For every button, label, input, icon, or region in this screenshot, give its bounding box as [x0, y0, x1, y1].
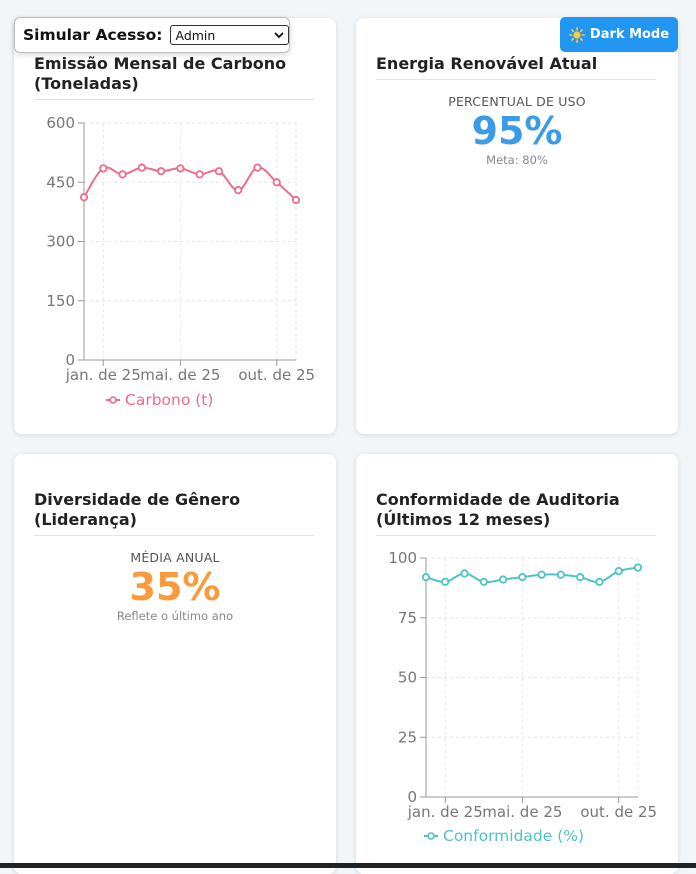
legend-label: Conformidade (%) — [443, 827, 584, 845]
data-point — [137, 163, 146, 172]
legend-marker — [427, 832, 435, 840]
data-point — [234, 186, 243, 195]
chevron-down-icon — [274, 32, 284, 39]
data-point — [576, 573, 585, 582]
gender-diversity-card: Diversidade de Gênero (Liderança) MÉDIA … — [14, 454, 336, 874]
energy-card-title: Energia Renovável Atual — [376, 54, 656, 80]
x-tick-label: out. de 25 — [238, 366, 315, 384]
dark-mode-button[interactable]: Dark Mode — [560, 17, 678, 52]
y-tick-label: 600 — [46, 114, 75, 132]
data-point — [460, 569, 469, 578]
renewable-energy-card: Energia Renovável Atual PERCENTUAL DE US… — [356, 18, 678, 434]
gender-kpi-note: Reflete o último ano — [116, 609, 234, 623]
legend-marker — [109, 396, 117, 404]
data-point — [214, 167, 224, 176]
sun-icon — [568, 26, 585, 43]
data-point — [272, 178, 281, 187]
y-tick-label: 300 — [46, 233, 75, 251]
y-tick-label: 0 — [407, 788, 417, 806]
data-point — [118, 170, 127, 179]
data-point — [156, 167, 166, 176]
data-point — [595, 577, 604, 587]
x-tick-label: jan. de 25 — [65, 366, 141, 384]
data-point — [441, 577, 450, 587]
series-line — [83, 166, 297, 201]
access-role-value: Admin — [175, 27, 216, 43]
audit-line-chart: jan. de 25 mai. de 25 out. de 25 0 25 50 75 100… — [388, 549, 657, 845]
x-tick-label: mai. de 25 — [482, 803, 562, 821]
carbon-line-chart: jan. de 25 mai. de 25 out. de 25 0 150 300 450… — [46, 114, 315, 409]
data-point — [518, 573, 527, 582]
y-tick-label: 150 — [46, 292, 75, 310]
data-point — [253, 163, 262, 172]
access-simulator: Simular Acesso: Admin — [14, 17, 290, 53]
data-point — [421, 573, 431, 582]
data-point — [537, 570, 546, 579]
energy-kpi: PERCENTUAL DE USO 95% Meta: 80% — [356, 94, 678, 167]
gender-kpi-value: 35% — [129, 565, 221, 609]
x-tick-label: mai. de 25 — [140, 366, 220, 384]
x-tick-label: out. de 25 — [580, 803, 657, 821]
gender-card-title: Diversidade de Gênero (Liderança) — [34, 490, 314, 536]
y-tick-label: 75 — [398, 609, 417, 627]
carbon-emission-card: Emissão Mensal de Carbono (Toneladas) ja… — [14, 18, 336, 434]
energy-kpi-note: Meta: 80% — [486, 153, 548, 167]
data-point — [479, 577, 488, 587]
data-point — [79, 193, 89, 202]
data-point — [99, 164, 108, 173]
legend-label: Carbono (t) — [125, 391, 213, 409]
y-tick-label: 0 — [65, 351, 75, 369]
data-point — [633, 563, 643, 572]
data-point — [195, 170, 204, 179]
series-line — [425, 566, 639, 584]
x-tick-label: jan. de 25 — [407, 803, 483, 821]
data-point — [614, 567, 623, 576]
access-role-select[interactable]: Admin — [170, 25, 289, 45]
dark-mode-label: Dark Mode — [589, 27, 670, 42]
bottom-edge-bar — [0, 863, 696, 868]
audit-compliance-card: Conformidade de Auditoria (Últimos 12 me… — [356, 454, 678, 874]
data-point — [291, 195, 301, 205]
y-tick-label: 50 — [398, 669, 417, 687]
access-label: Simular Acesso: — [23, 26, 163, 44]
energy-kpi-value: 95% — [471, 109, 563, 153]
gender-kpi: MÉDIA ANUAL 35% Reflete o último ano — [14, 550, 336, 623]
y-tick-label: 450 — [46, 173, 75, 191]
gender-kpi-label: MÉDIA ANUAL — [130, 550, 220, 565]
energy-kpi-label: PERCENTUAL DE USO — [448, 94, 586, 109]
data-point — [176, 164, 185, 173]
y-tick-label: 100 — [388, 549, 417, 567]
data-point — [498, 575, 508, 584]
data-point — [556, 570, 566, 579]
y-tick-label: 25 — [398, 728, 417, 746]
